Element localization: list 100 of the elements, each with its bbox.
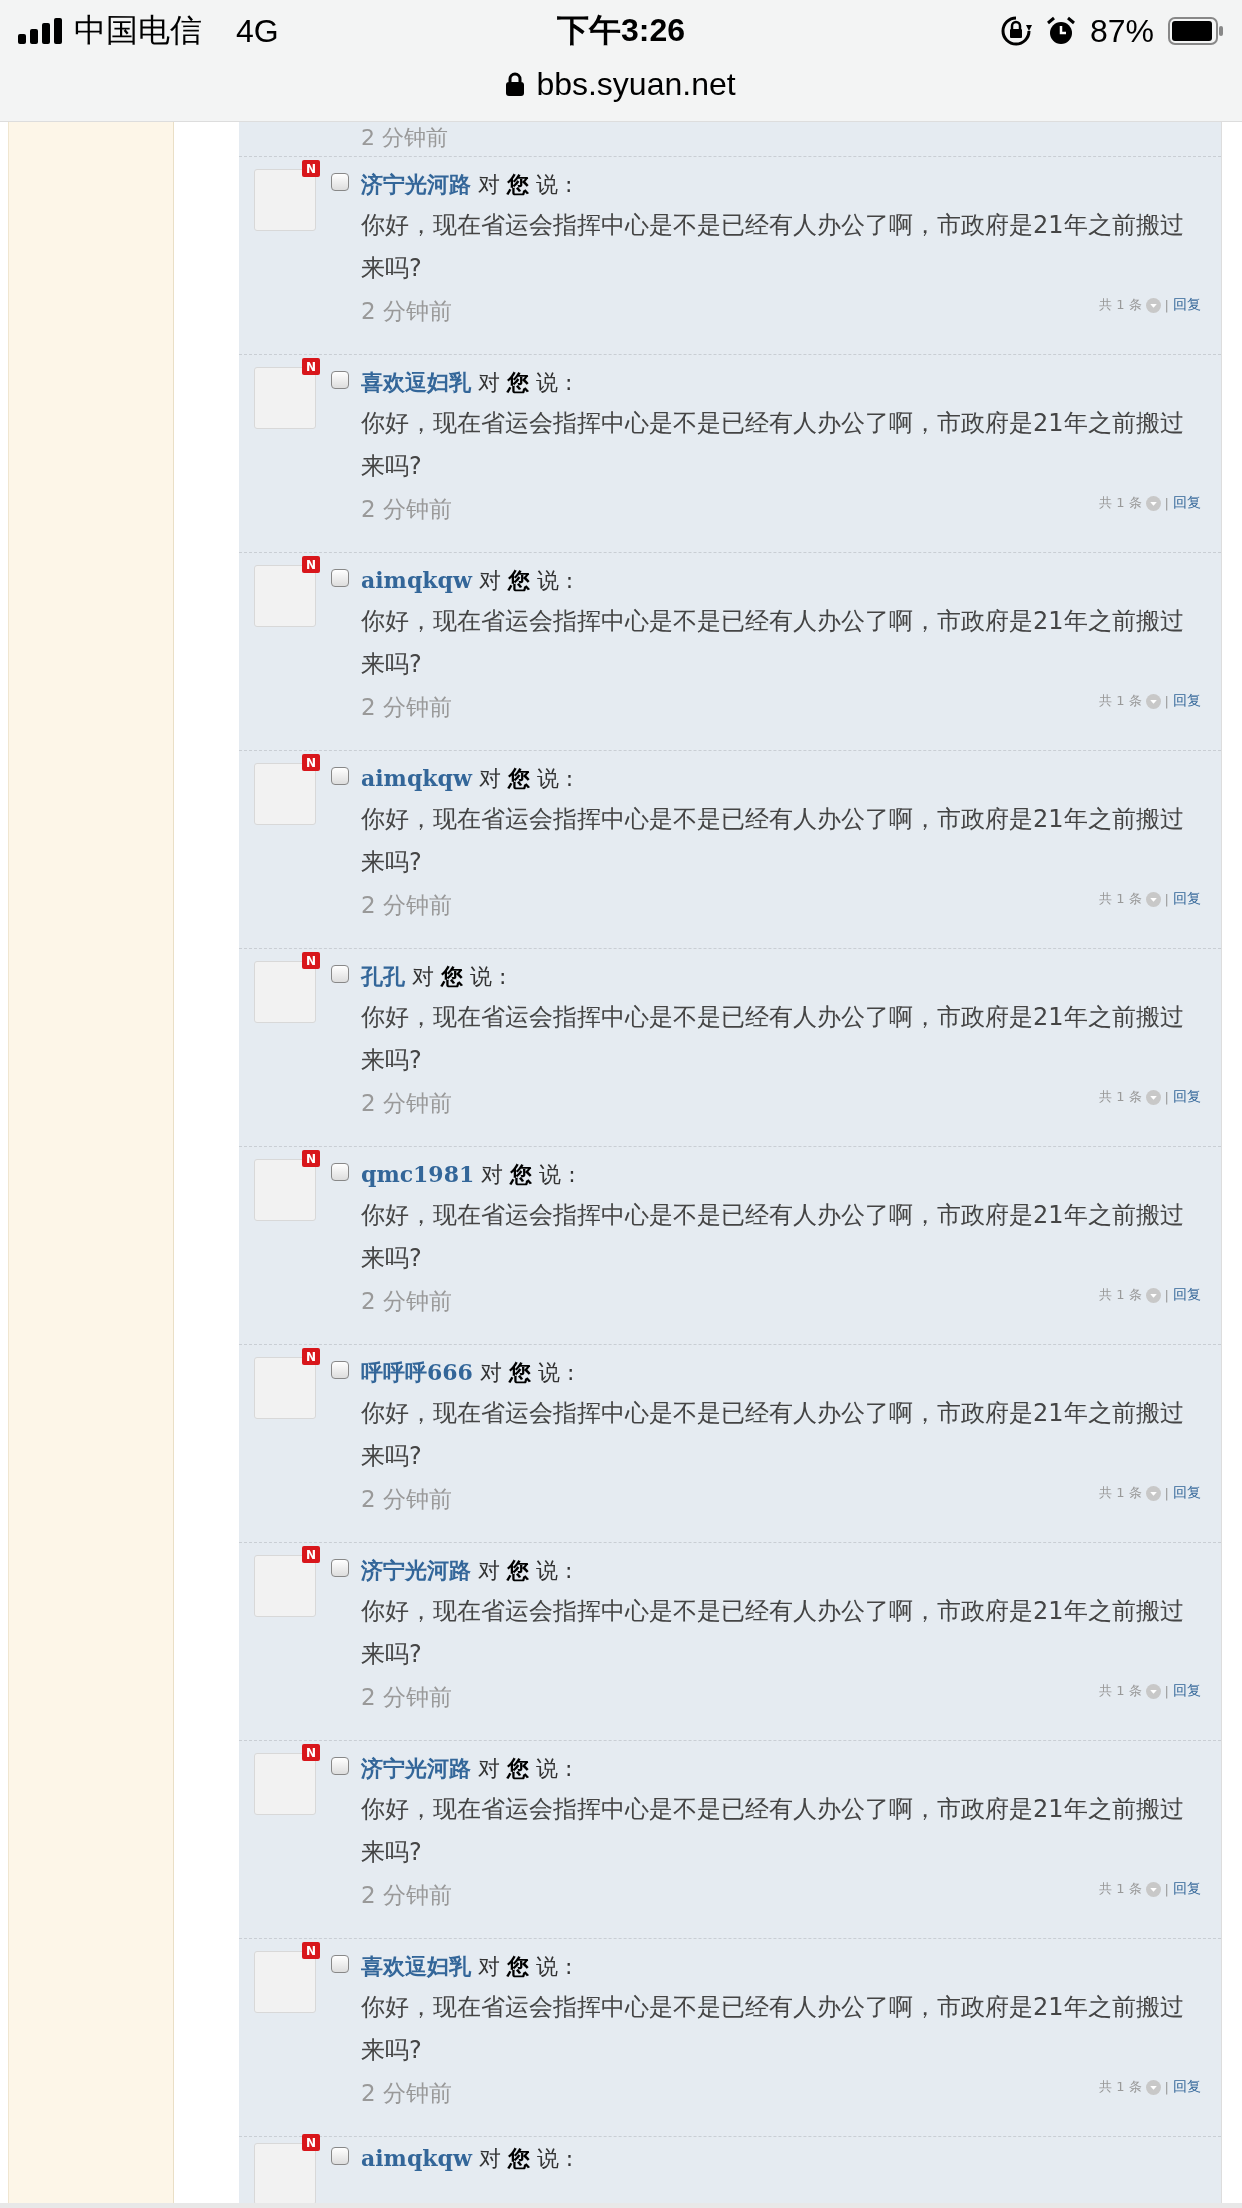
reply-link[interactable]: 回复 (1173, 1088, 1201, 1106)
new-badge: N (302, 1744, 320, 1761)
said-label: 说 : (537, 1360, 575, 1385)
said-label: 说 : (536, 568, 574, 593)
separator-text: | (1164, 1881, 1169, 1897)
said-label: 说 : (470, 964, 507, 989)
to-label: 对 (478, 370, 500, 395)
new-badge: N (302, 358, 320, 375)
to-label: 对 (478, 1756, 500, 1781)
separator-text: | (1164, 1089, 1169, 1105)
username-link[interactable]: 济宁光河路 (361, 1755, 471, 1781)
message-text: 你好，现在省运会指挥中心是不是已经有人办公了啊，市政府是21年之前搬过来吗? (361, 606, 1185, 680)
separator-text: | (1164, 1287, 1169, 1303)
separator-text: | (1164, 297, 1169, 313)
reply-link[interactable]: 回复 (1173, 1682, 1201, 1700)
message-checkbox[interactable] (331, 767, 349, 785)
username-link[interactable]: 呼呼呼666 (361, 1359, 473, 1385)
you-label: 您 (507, 172, 529, 197)
message-checkbox[interactable] (331, 1163, 349, 1181)
message-time: 2 分钟前 (361, 1880, 452, 1910)
reply-count: 共 1 条 (1099, 1484, 1142, 1502)
username-link[interactable]: 孔孔 (361, 963, 405, 989)
reply-link[interactable]: 回复 (1173, 2078, 1201, 2096)
said-label: 说 : (536, 1558, 573, 1583)
reply-count: 共 1 条 (1099, 1682, 1142, 1700)
battery-percent: 87% (1089, 12, 1154, 50)
reply-link[interactable]: 回复 (1173, 1484, 1201, 1502)
message-checkbox[interactable] (331, 569, 349, 587)
new-badge: N (302, 1150, 320, 1167)
separator-text: | (1164, 2079, 1169, 2095)
said-label: 说 : (536, 370, 573, 395)
reply-link[interactable]: 回复 (1173, 1880, 1201, 1898)
new-badge: N (302, 2134, 320, 2151)
new-badge: N (302, 952, 320, 969)
signal-icon (18, 18, 64, 44)
reply-count: 共 1 条 (1099, 296, 1142, 314)
you-label: 您 (507, 370, 529, 395)
to-label: 对 (478, 1558, 500, 1583)
message-checkbox[interactable] (331, 173, 349, 191)
username-link[interactable]: 济宁光河路 (361, 171, 471, 197)
said-label: 说 : (539, 1162, 576, 1187)
message-text: 你好，现在省运会指挥中心是不是已经有人办公了啊，市政府是21年之前搬过来吗? (361, 408, 1185, 482)
message-time: 2 分钟前 (361, 1484, 452, 1514)
reply-count: 共 1 条 (1099, 1088, 1142, 1106)
message-checkbox[interactable] (331, 1955, 349, 1973)
username-link[interactable]: 喜欢逗妇乳 (361, 369, 471, 395)
message-checkbox[interactable] (331, 1361, 349, 1379)
to-label: 对 (478, 1954, 500, 1979)
separator-text: | (1164, 891, 1169, 907)
message-time: 2 分钟前 (361, 124, 448, 152)
reply-link[interactable]: 回复 (1173, 890, 1201, 908)
new-badge: N (302, 1942, 320, 1959)
reply-link[interactable]: 回复 (1173, 296, 1201, 314)
username-link[interactable]: 喜欢逗妇乳 (361, 1953, 471, 1979)
username-link[interactable]: 济宁光河路 (361, 1557, 471, 1583)
message-text: 你好，现在省运会指挥中心是不是已经有人办公了啊，市政府是21年之前搬过来吗? (361, 804, 1185, 878)
message-checkbox[interactable] (331, 371, 349, 389)
message-checkbox[interactable] (331, 1559, 349, 1577)
message-time: 2 分钟前 (361, 1682, 452, 1712)
you-label: 您 (507, 568, 530, 593)
reply-count: 共 1 条 (1099, 692, 1142, 710)
new-badge: N (302, 1546, 320, 1563)
reply-link[interactable]: 回复 (1173, 1286, 1201, 1304)
reply-link[interactable]: 回复 (1173, 692, 1201, 710)
you-label: 您 (508, 1360, 531, 1385)
to-label: 对 (478, 568, 501, 593)
message-checkbox[interactable] (331, 2147, 349, 2165)
you-label: 您 (507, 766, 530, 791)
to-label: 对 (478, 2146, 501, 2171)
reply-count: 共 1 条 (1099, 2078, 1142, 2096)
new-badge: N (302, 754, 320, 771)
you-label: 您 (441, 964, 463, 989)
message-checkbox[interactable] (331, 965, 349, 983)
you-label: 您 (510, 1162, 533, 1187)
url-text[interactable]: bbs.syuan.net (536, 65, 736, 103)
to-label: 对 (478, 172, 500, 197)
to-label: 对 (478, 766, 501, 791)
message-text: 你好，现在省运会指挥中心是不是已经有人办公了啊，市政府是21年之前搬过来吗? (361, 1398, 1185, 1472)
message-text: 你好，现在省运会指挥中心是不是已经有人办公了啊，市政府是21年之前搬过来吗? (361, 1596, 1185, 1670)
reply-link[interactable]: 回复 (1173, 494, 1201, 512)
username-link[interactable]: aimqkqw (361, 567, 472, 593)
message-time: 2 分钟前 (361, 494, 452, 524)
to-label: 对 (481, 1162, 504, 1187)
message-time: 2 分钟前 (361, 296, 452, 326)
to-label: 对 (412, 964, 434, 989)
message-time: 2 分钟前 (361, 1286, 452, 1316)
said-label: 说 : (536, 2146, 574, 2171)
said-label: 说 : (536, 1756, 573, 1781)
reply-count: 共 1 条 (1099, 494, 1142, 512)
alarm-clock-icon (1045, 16, 1076, 46)
separator-text: | (1164, 693, 1169, 709)
message-time: 2 分钟前 (361, 1088, 452, 1118)
new-badge: N (302, 556, 320, 573)
message-time: 2 分钟前 (361, 2078, 452, 2108)
username-link[interactable]: qmc1981 (361, 1161, 475, 1187)
message-text: 你好，现在省运会指挥中心是不是已经有人办公了啊，市政府是21年之前搬过来吗? (361, 1002, 1185, 1076)
network-type: 4G (236, 12, 279, 50)
username-link[interactable]: aimqkqw (361, 765, 472, 791)
username-link[interactable]: aimqkqw (361, 2145, 472, 2171)
message-checkbox[interactable] (331, 1757, 349, 1775)
